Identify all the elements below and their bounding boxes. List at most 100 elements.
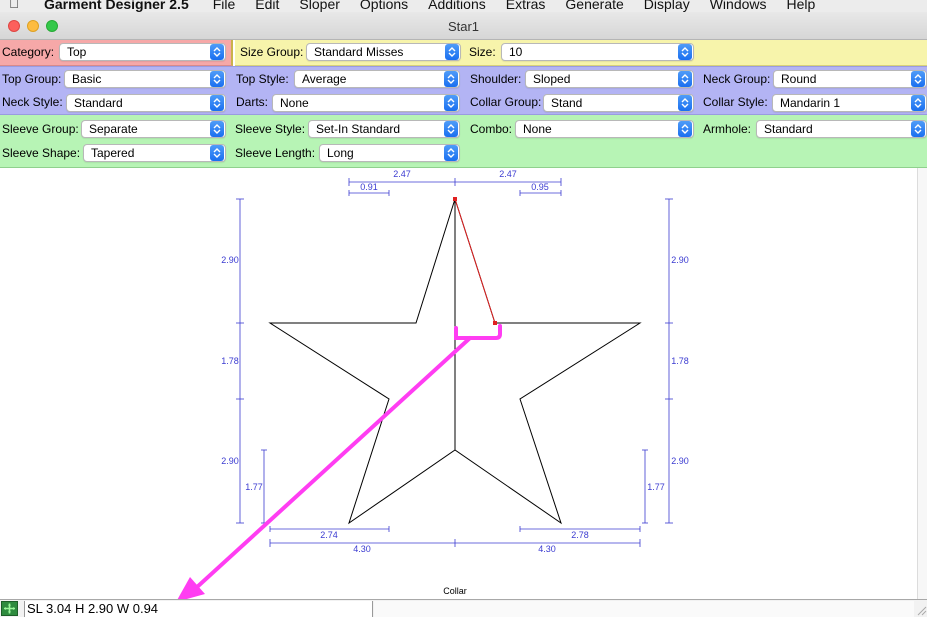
updown-arrows-icon [444,121,458,137]
vertical-scrollbar[interactable] [917,168,927,599]
category-value: Top [67,45,87,59]
menu-windows[interactable]: Windows [700,0,777,11]
size-value: 10 [509,45,523,59]
menu-sloper[interactable]: Sloper [289,0,349,11]
updown-arrows-icon [911,121,925,137]
menu-display[interactable]: Display [634,0,700,11]
top-style-label: Top Style: [236,72,289,86]
dim-bottom-right: 4.30 [538,544,556,554]
armhole-label: Armhole: [703,122,752,136]
annotation-bracket [454,324,502,340]
selected-edge[interactable] [454,198,496,324]
menu-help[interactable]: Help [777,0,826,11]
status-bar-empty [374,601,914,617]
collar-group-value: Stand [551,96,583,110]
updown-arrows-icon [445,44,459,60]
dim-right-middle: 1.78 [671,356,689,366]
darts-select[interactable]: None [272,94,460,112]
darts-value: None [280,96,309,110]
menu-additions[interactable]: Additions [418,0,496,11]
updown-arrows-icon [911,95,925,111]
top-style-panel: Top Group: Basic Top Style: Average Shou… [0,66,927,115]
piece-label: Collar [443,586,467,596]
neck-group-label: Neck Group: [703,72,771,86]
top-group-label: Top Group: [2,72,62,86]
sleeve-group-label: Sleeve Group: [2,122,79,136]
updown-arrows-icon [210,145,224,161]
shoulder-label: Shoulder: [470,72,522,86]
sleeve-group-select[interactable]: Separate [81,120,226,138]
darts-label: Darts: [236,95,269,109]
dim-left-inner: 1.77 [245,482,263,492]
updown-arrows-icon [678,95,692,111]
collar-group-select[interactable]: Stand [543,94,694,112]
shoulder-value: Sloped [533,72,571,86]
size-group-select[interactable]: Standard Misses [306,43,461,61]
menu-extras[interactable]: Extras [496,0,556,11]
dim-top-right: 2.47 [499,169,517,179]
neck-style-value: Standard [74,96,123,110]
top-style-select[interactable]: Average [294,70,460,88]
dim-right-inner: 1.77 [647,482,665,492]
updown-arrows-icon [210,71,224,87]
size-group-value: Standard Misses [314,45,404,59]
neck-group-select[interactable]: Round [773,70,927,88]
dim-left-middle: 1.78 [221,356,239,366]
top-group-value: Basic [72,72,102,86]
neck-style-label: Neck Style: [2,95,63,109]
collar-style-select[interactable]: Mandarin 1 [772,94,927,112]
dim-top-inner-left: 0.91 [360,182,378,192]
menu-options[interactable]: Options [350,0,418,11]
size-panel: Size Group: Standard Misses Size: 10 [235,40,927,66]
sleeve-shape-select[interactable]: Tapered [83,144,226,162]
app-menu[interactable]: Garment Designer 2.5 [28,0,203,11]
dim-bottom-inner-left: 2.74 [320,530,338,540]
sleeve-style-select[interactable]: Set-In Standard [308,120,460,138]
dim-right-upper: 2.90 [671,255,689,265]
neck-style-select[interactable]: Standard [66,94,226,112]
category-select[interactable]: Top [59,43,226,61]
sleeve-length-label: Sleeve Length: [235,146,316,160]
category-label: Category: [2,45,55,59]
neck-group-value: Round [781,72,817,86]
updown-arrows-icon [210,44,224,60]
resize-grip-icon[interactable] [915,601,927,617]
sleeve-length-value: Long [327,146,354,160]
sleeve-shape-value: Tapered [91,146,135,160]
size-select[interactable]: 10 [501,43,694,61]
sleeve-shape-label: Sleeve Shape: [2,146,81,160]
pattern-canvas[interactable]: 2.47 2.47 0.91 0.95 2.90 1.78 2.90 1.77 … [0,168,917,599]
pattern-drawing[interactable]: 2.47 2.47 0.91 0.95 2.90 1.78 2.90 1.77 … [0,168,917,599]
apple-menu-icon[interactable]:  [0,0,28,10]
collar-style-value: Mandarin 1 [780,96,841,110]
sleeve-panel: Sleeve Group: Separate Sleeve Style: Set… [0,115,927,168]
combo-value: None [523,122,552,136]
updown-arrows-icon [678,71,692,87]
updown-arrows-icon [911,71,925,87]
move-tool-icon[interactable] [1,601,18,616]
top-style-value: Average [302,72,347,86]
dim-bottom-left: 4.30 [353,544,371,554]
menu-edit[interactable]: Edit [245,0,289,11]
dim-bottom-inner-right: 2.78 [571,530,589,540]
updown-arrows-icon [444,95,458,111]
window-title-bar[interactable]: Star1 [0,12,927,40]
dim-left-upper: 2.90 [221,255,239,265]
shoulder-select[interactable]: Sloped [525,70,694,88]
dim-left-lower: 2.90 [221,456,239,466]
updown-arrows-icon [210,95,224,111]
armhole-select[interactable]: Standard [756,120,927,138]
size-group-label: Size Group: [240,45,304,59]
edge-handle-top[interactable] [453,197,457,201]
menu-generate[interactable]: Generate [555,0,633,11]
top-group-select[interactable]: Basic [64,70,226,88]
armhole-value: Standard [764,122,813,136]
edge-handle-bottom[interactable] [493,321,497,325]
updown-arrows-icon [210,121,224,137]
combo-select[interactable]: None [515,120,694,138]
sleeve-length-select[interactable]: Long [319,144,460,162]
status-bar: SL 3.04 H 2.90 W 0.94 [0,599,927,617]
collar-style-label: Collar Style: [703,95,768,109]
annotation-arrow-head [177,577,205,599]
menu-file[interactable]: File [203,0,246,11]
